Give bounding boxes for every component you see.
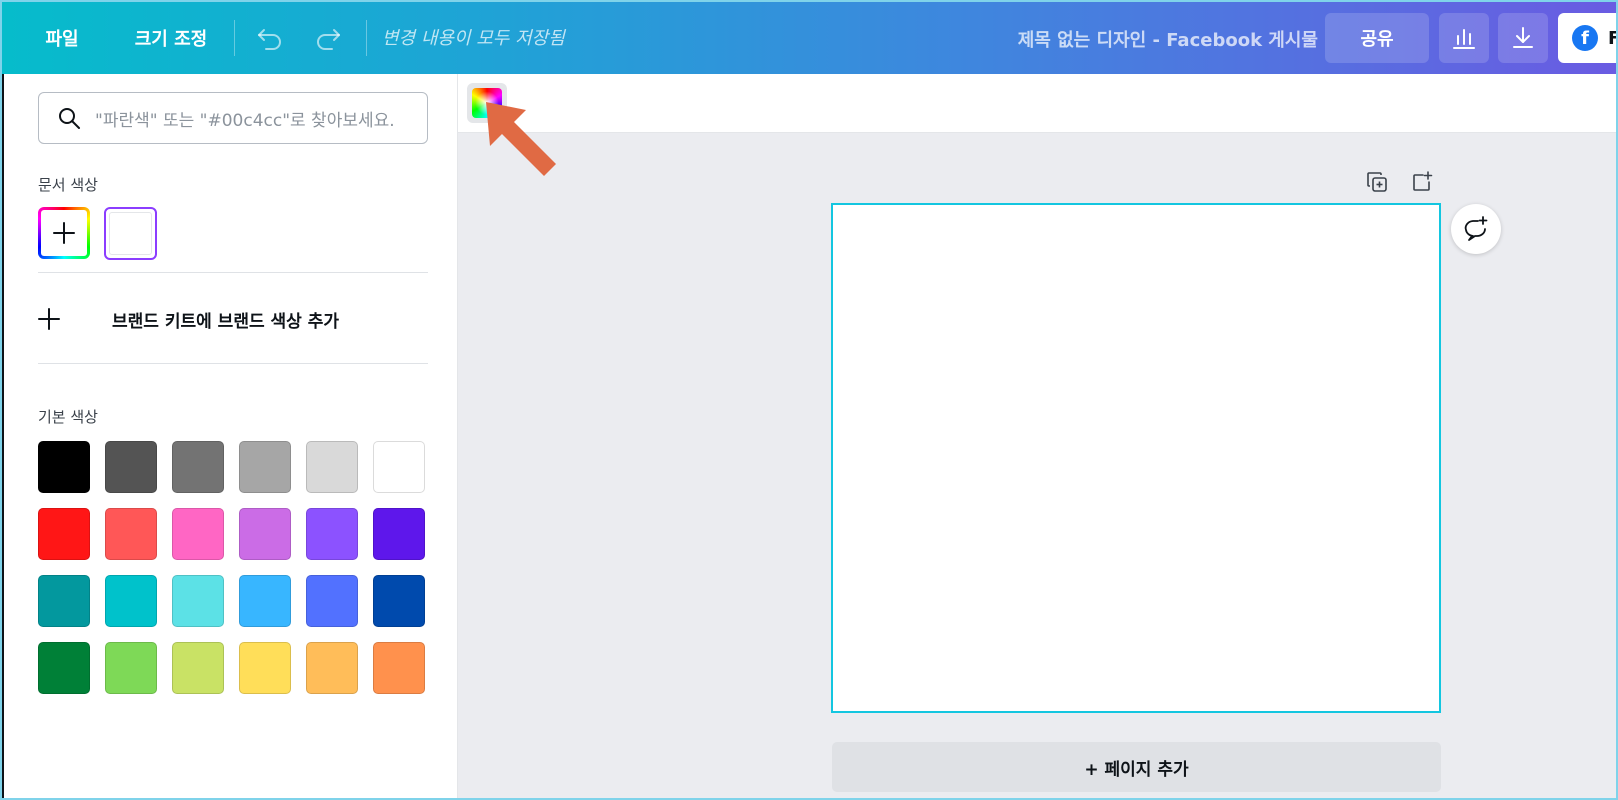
color-swatch[interactable] — [373, 575, 425, 627]
color-swatch[interactable] — [38, 642, 90, 694]
color-swatch[interactable] — [38, 508, 90, 560]
color-swatch[interactable] — [239, 441, 291, 493]
duplicate-page-button[interactable] — [1362, 167, 1392, 197]
comment-add-icon — [1464, 216, 1488, 241]
color-swatch[interactable] — [239, 642, 291, 694]
insights-button[interactable] — [1439, 13, 1489, 63]
color-swatch[interactable] — [172, 508, 224, 560]
color-swatch[interactable] — [105, 642, 157, 694]
color-search-input[interactable]: "파란색" 또는 "#00c4cc"로 찾아보세요. — [38, 92, 428, 144]
add-page-button[interactable]: + 페이지 추가 — [832, 742, 1441, 792]
share-button[interactable]: 공유 — [1325, 13, 1429, 63]
search-icon — [59, 108, 80, 129]
file-menu-button[interactable]: 파일 — [24, 13, 100, 63]
design-page[interactable] — [831, 203, 1441, 713]
pointer-arrow-icon — [486, 102, 556, 176]
color-swatch[interactable] — [38, 441, 90, 493]
divider — [38, 363, 428, 364]
color-swatch[interactable] — [38, 575, 90, 627]
facebook-logo-icon: f — [1572, 25, 1598, 51]
plus-icon — [38, 308, 60, 330]
divider — [38, 272, 428, 273]
facebook-share-label: F — [1608, 28, 1616, 49]
doc-color-white — [109, 212, 152, 255]
brand-kit-label: 브랜드 키트에 브랜드 색상 추가 — [112, 311, 339, 332]
color-swatch[interactable] — [105, 441, 157, 493]
color-swatch[interactable] — [239, 575, 291, 627]
resize-button[interactable]: 크기 조정 — [120, 13, 222, 63]
color-swatch[interactable] — [172, 575, 224, 627]
color-swatch[interactable] — [306, 575, 358, 627]
doc-color-swatch[interactable] — [104, 207, 157, 260]
add-page-icon-button[interactable] — [1407, 167, 1437, 197]
add-comment-button[interactable] — [1451, 204, 1501, 254]
save-status: 변경 내용이 모두 저장됨 — [382, 28, 565, 49]
bar-chart-icon — [1453, 29, 1475, 49]
default-colors-label: 기본 색상 — [38, 408, 98, 426]
color-panel: "파란색" 또는 "#00c4cc"로 찾아보세요. 문서 색상 브랜드 키트에… — [4, 74, 458, 798]
color-swatch[interactable] — [239, 508, 291, 560]
color-swatch[interactable] — [172, 441, 224, 493]
doc-colors-label: 문서 색상 — [38, 176, 98, 194]
color-swatch[interactable] — [105, 575, 157, 627]
document-title[interactable]: 제목 없는 디자인 - Facebook 게시물 — [1018, 26, 1318, 52]
color-swatch[interactable] — [373, 441, 425, 493]
redo-icon[interactable] — [308, 18, 348, 58]
toolbar-divider — [234, 20, 235, 56]
color-swatch[interactable] — [306, 441, 358, 493]
undo-icon[interactable] — [250, 18, 290, 58]
add-brand-colors-button[interactable]: 브랜드 키트에 브랜드 색상 추가 — [38, 296, 428, 342]
add-color-button[interactable] — [38, 207, 90, 259]
default-color-grid — [38, 441, 425, 694]
color-swatch[interactable] — [373, 508, 425, 560]
download-icon — [1513, 27, 1533, 48]
color-swatch[interactable] — [306, 508, 358, 560]
download-button[interactable] — [1498, 13, 1548, 63]
plus-icon — [53, 222, 75, 244]
toolbar-divider — [366, 20, 367, 56]
add-page-icon — [1413, 171, 1433, 191]
search-placeholder: "파란색" 또는 "#00c4cc"로 찾아보세요. — [95, 110, 395, 131]
color-swatch[interactable] — [373, 642, 425, 694]
app-window: 파일 크기 조정 변경 내용이 모두 저장됨 제목 없는 디자인 - Faceb… — [0, 0, 1618, 800]
duplicate-icon — [1367, 172, 1387, 192]
facebook-share-button[interactable]: f F — [1558, 13, 1616, 63]
top-toolbar: 파일 크기 조정 변경 내용이 모두 저장됨 제목 없는 디자인 - Faceb… — [2, 2, 1616, 74]
editor-subtoolbar — [458, 74, 1616, 133]
color-swatch[interactable] — [306, 642, 358, 694]
color-swatch[interactable] — [172, 642, 224, 694]
color-swatch[interactable] — [105, 508, 157, 560]
